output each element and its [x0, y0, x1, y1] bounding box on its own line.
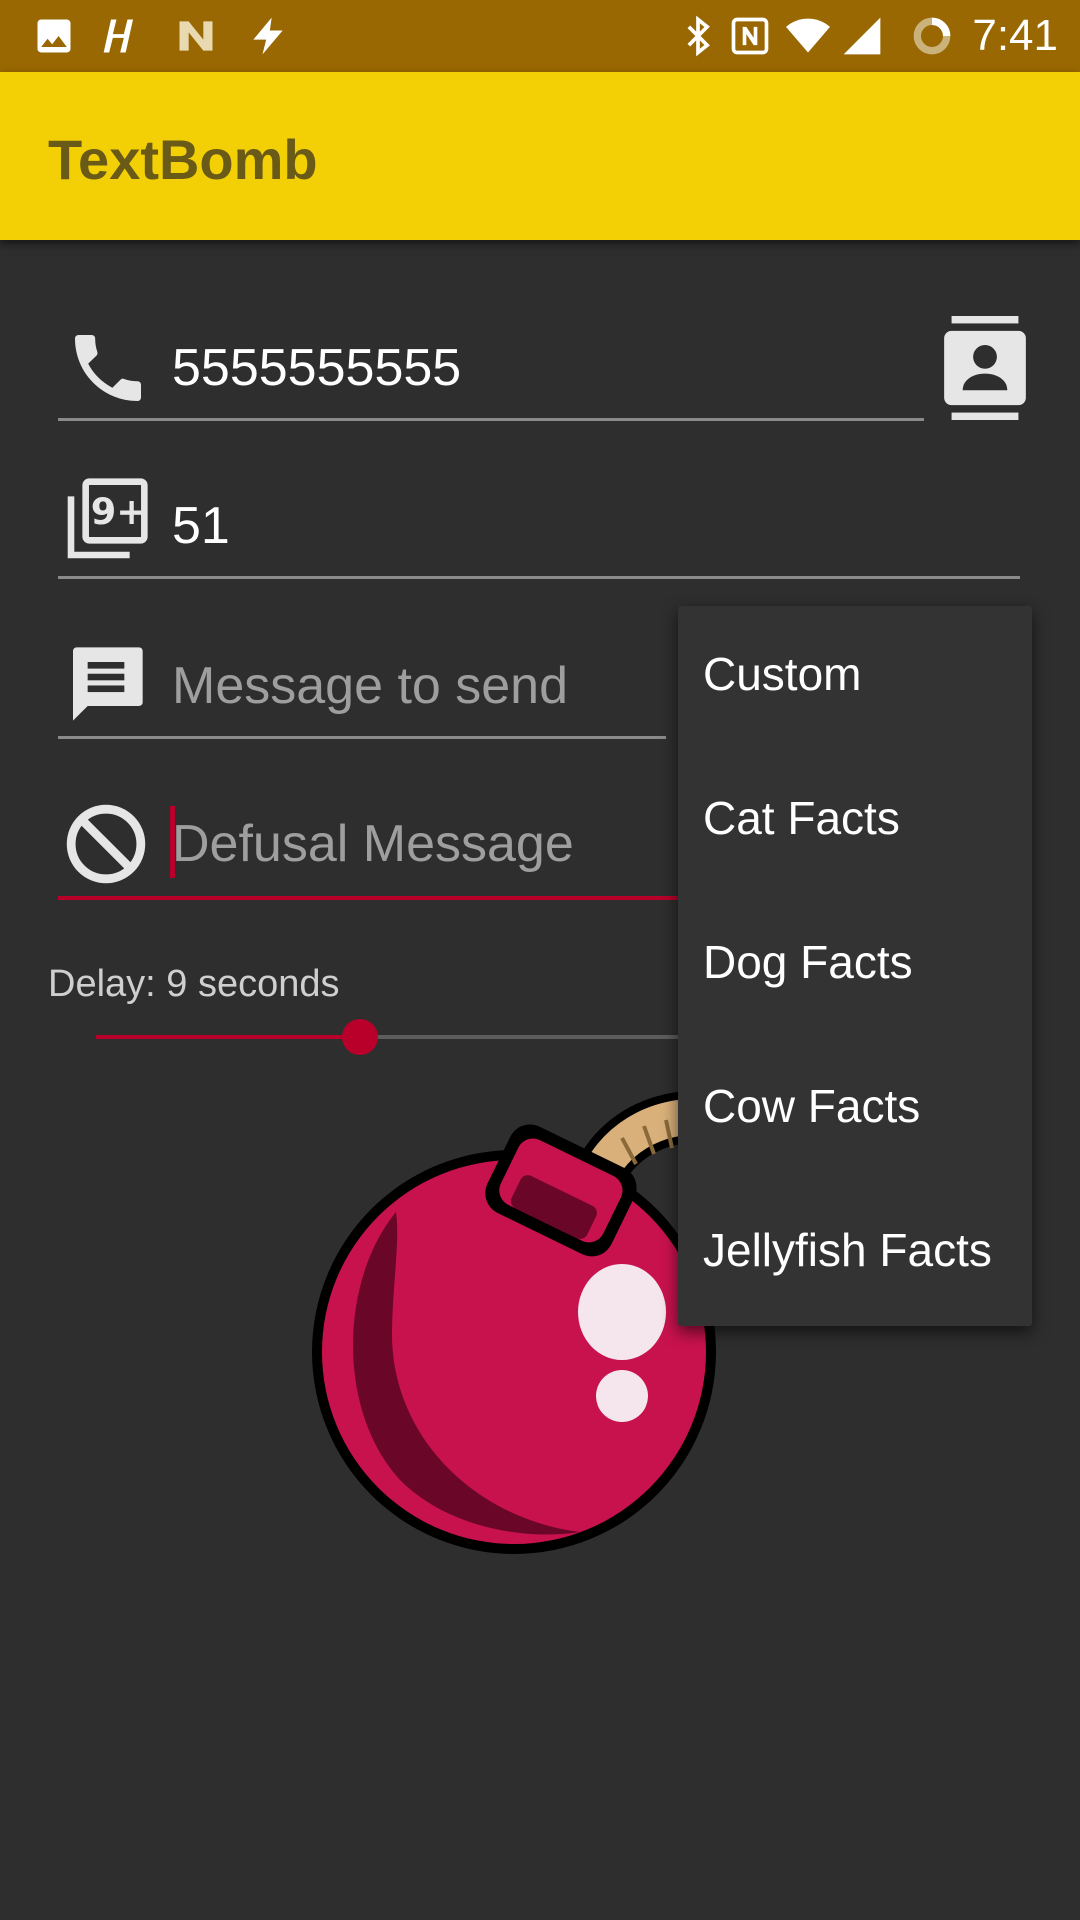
message-icon [73, 647, 143, 721]
phone-icon [75, 335, 141, 401]
menu-item-label: Jellyfish Facts [703, 1224, 992, 1276]
status-bar: 7:41 [0, 0, 1080, 72]
nfc-icon [731, 17, 769, 55]
menu-item-custom[interactable]: Custom [678, 606, 1032, 750]
menu-item-dog-facts[interactable]: Dog Facts [678, 894, 1032, 1038]
image-icon [37, 19, 71, 53]
delay-slider-thumb[interactable] [342, 1019, 378, 1055]
app-title: TextBomb [48, 128, 318, 191]
message-template-menu: Custom Cat Facts Dog Facts Cow Facts Jel… [678, 606, 1032, 1326]
filter-9-plus-icon: 9+ [67, 478, 148, 559]
signal-icon [843, 17, 881, 55]
count-input[interactable]: 51 [172, 494, 230, 558]
status-time: 7:41 [972, 11, 1058, 60]
svg-text:9+: 9+ [91, 490, 147, 533]
phone-input[interactable]: 5555555555 [172, 336, 461, 400]
menu-item-cow-facts[interactable]: Cow Facts [678, 1038, 1032, 1182]
count-underline [58, 576, 1020, 579]
hearthstone-icon [103, 19, 133, 53]
wifi-icon [786, 18, 830, 53]
n-logo-icon [179, 21, 213, 51]
delay-slider-fill [96, 1035, 360, 1039]
menu-item-cat-facts[interactable]: Cat Facts [678, 750, 1032, 894]
battery-ring-icon [913, 17, 951, 55]
message-underline [58, 736, 666, 739]
defusal-input[interactable]: Defusal Message [172, 812, 574, 876]
menu-item-jellyfish-facts[interactable]: Jellyfish Facts [678, 1182, 1032, 1326]
contact-book-button[interactable] [940, 316, 1030, 420]
app-bar: TextBomb [0, 72, 1080, 240]
message-input[interactable]: Message to send [172, 654, 568, 718]
delay-label: Delay: 9 seconds [48, 963, 340, 1005]
phone-underline [58, 418, 924, 421]
defusal-underline [58, 896, 678, 900]
menu-item-label: Cat Facts [703, 792, 900, 844]
menu-item-label: Custom [703, 648, 862, 700]
menu-item-label: Cow Facts [703, 1080, 921, 1132]
screen: 7:41 TextBomb 5555555555 9+ 51 Message t… [0, 0, 1080, 1920]
bluetooth-icon [687, 15, 710, 57]
menu-item-label: Dog Facts [703, 936, 913, 988]
bolt-icon [253, 17, 283, 55]
block-icon [66, 804, 146, 884]
